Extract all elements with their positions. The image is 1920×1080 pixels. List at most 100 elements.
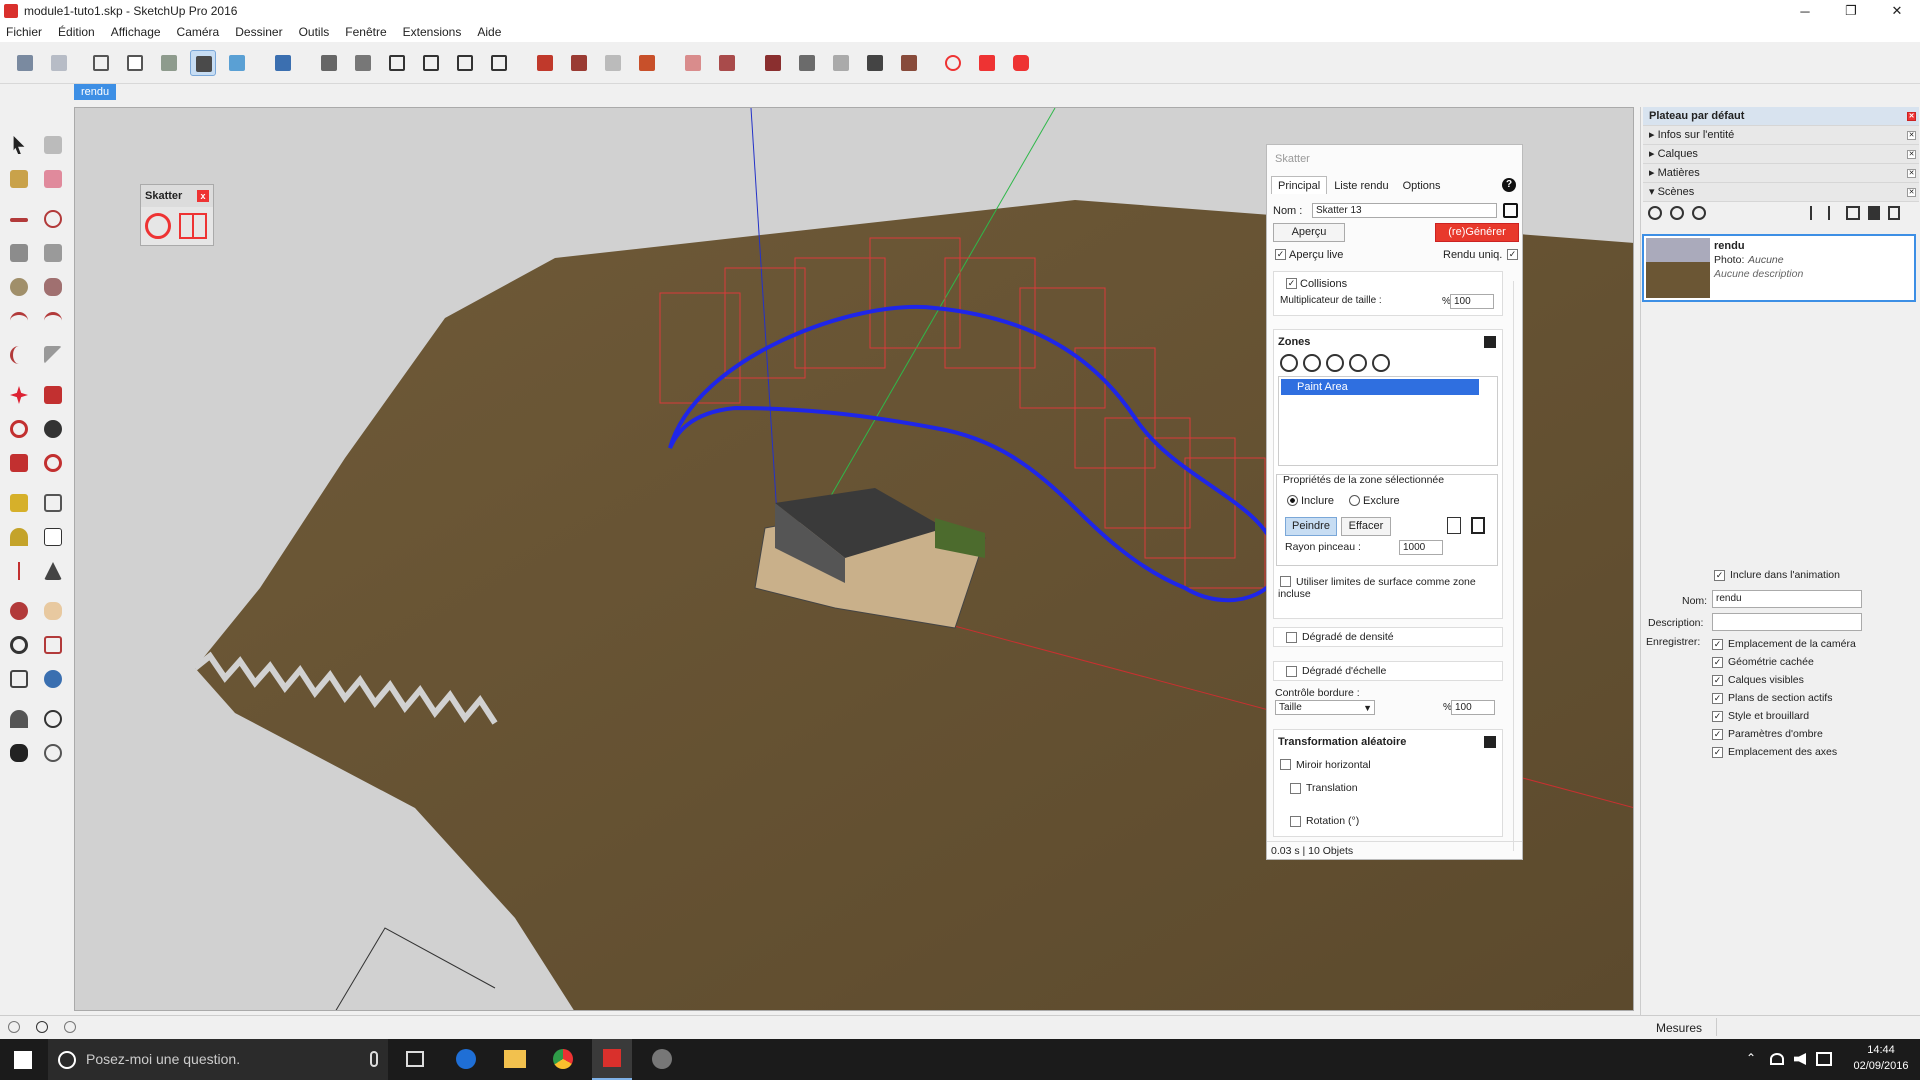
circle-icon[interactable]: [6, 274, 32, 300]
volume-icon[interactable]: [1794, 1053, 1806, 1065]
mult-field[interactable]: 100: [1450, 294, 1494, 309]
remove-zone-icon[interactable]: [1349, 354, 1367, 372]
skatter-settings-icon[interactable]: [145, 213, 171, 239]
shaded-textures-icon[interactable]: [190, 50, 216, 76]
maximize-button[interactable]: ❐: [1828, 0, 1874, 22]
scene-name-field[interactable]: rendu: [1712, 590, 1862, 608]
axes-icon[interactable]: [6, 558, 32, 584]
help-icon[interactable]: ?: [1502, 178, 1516, 192]
3d-warehouse-icon[interactable]: [532, 50, 558, 76]
include-anim-checkbox[interactable]: ✓: [1714, 570, 1725, 581]
layout-send-icon[interactable]: [634, 50, 660, 76]
position-camera-icon[interactable]: [6, 706, 32, 732]
panel-scrollbar[interactable]: [1513, 281, 1521, 851]
sandbox-grid-icon[interactable]: [714, 50, 740, 76]
save-shadow-checkbox[interactable]: ✓: [1712, 729, 1723, 740]
select-tool-icon[interactable]: [6, 132, 32, 158]
pan-icon[interactable]: [40, 598, 66, 624]
push-pull-icon[interactable]: [40, 382, 66, 408]
offset-icon[interactable]: [40, 450, 66, 476]
effacer-button[interactable]: Effacer: [1341, 517, 1391, 536]
sketchup-taskbar-button[interactable]: [592, 1039, 632, 1080]
tray-section-matieres[interactable]: ▸ Matières ✕: [1643, 164, 1919, 183]
collisions-checkbox[interactable]: ✓: [1286, 278, 1297, 289]
scale-icon[interactable]: [6, 450, 32, 476]
save-preset-icon[interactable]: [1503, 203, 1518, 218]
solid-trim-icon[interactable]: [828, 50, 854, 76]
bordure-select[interactable]: Taille ▼: [1275, 700, 1375, 715]
save-icon[interactable]: [270, 50, 296, 76]
expand-icon[interactable]: [1888, 206, 1900, 220]
app-taskbar-icon[interactable]: [652, 1049, 672, 1069]
windows-start-icon[interactable]: [14, 1051, 32, 1069]
save-section-planes-checkbox[interactable]: ✓: [1712, 693, 1723, 704]
file-explorer-icon[interactable]: [504, 1050, 526, 1068]
mesures-field[interactable]: [1716, 1018, 1916, 1036]
previous-view-icon[interactable]: [40, 666, 66, 692]
eraser-icon[interactable]: [40, 166, 66, 192]
refresh-zone-icon[interactable]: [1372, 354, 1390, 372]
dimension-icon[interactable]: [40, 490, 66, 516]
xray-style-icon[interactable]: [12, 50, 38, 76]
rayon-field[interactable]: 1000: [1399, 540, 1443, 555]
add-group-zone-icon[interactable]: [1303, 354, 1321, 372]
view-options-icon[interactable]: [1846, 206, 1860, 220]
minimize-button[interactable]: ─: [1782, 0, 1828, 22]
copy-zone-icon[interactable]: [1447, 517, 1461, 534]
move-scene-down-icon[interactable]: [1828, 206, 1838, 220]
hidden-line-icon[interactable]: [122, 50, 148, 76]
degrade-echelle-checkbox[interactable]: [1286, 666, 1297, 677]
notifications-icon[interactable]: [1816, 1052, 1832, 1066]
skatter-icon[interactable]: [940, 50, 966, 76]
tray-section-calques[interactable]: ▸ Calques ✕: [1643, 145, 1919, 164]
tray-section-entity-info[interactable]: ▸ Infos sur l'entité ✕: [1643, 126, 1919, 145]
miroir-checkbox[interactable]: [1280, 759, 1291, 770]
solid-split-icon[interactable]: [862, 50, 888, 76]
credits-icon[interactable]: [36, 1021, 48, 1033]
update-scene-icon[interactable]: [1648, 206, 1662, 220]
shaded-icon[interactable]: [156, 50, 182, 76]
generate-button[interactable]: (re)Générer: [1435, 223, 1519, 242]
polygon-icon[interactable]: [40, 274, 66, 300]
menu-edition[interactable]: Édition: [58, 25, 95, 39]
apercu-button[interactable]: Aperçu: [1273, 223, 1345, 242]
menu-extensions[interactable]: Extensions: [403, 25, 462, 39]
name-field[interactable]: Skatter 13: [1312, 203, 1497, 218]
top-view-icon[interactable]: [350, 50, 376, 76]
tab-options[interactable]: Options: [1396, 176, 1448, 194]
tape-measure-icon[interactable]: [6, 490, 32, 516]
freehand-icon[interactable]: [40, 206, 66, 232]
paste-zone-icon[interactable]: [1471, 517, 1485, 534]
zoom-icon[interactable]: [6, 632, 32, 658]
back-edges-icon[interactable]: [46, 50, 72, 76]
remove-scene-icon[interactable]: [1692, 206, 1706, 220]
two-point-arc-icon[interactable]: [40, 308, 66, 334]
3d-text-icon[interactable]: [40, 558, 66, 584]
tray-close-button[interactable]: ✕: [1907, 112, 1916, 121]
follow-me-icon[interactable]: [40, 416, 66, 442]
task-view-icon[interactable]: [406, 1051, 424, 1067]
text-tool-icon[interactable]: [40, 524, 66, 550]
zoom-window-icon[interactable]: [40, 632, 66, 658]
zones-collapse-icon[interactable]: [1484, 336, 1496, 348]
zone-item-paint-area[interactable]: Paint Area: [1281, 379, 1479, 395]
degrade-densite-checkbox[interactable]: [1286, 632, 1297, 643]
monochrome-icon[interactable]: [224, 50, 250, 76]
move-scene-up-icon[interactable]: [1810, 206, 1820, 220]
protractor-icon[interactable]: [6, 524, 32, 550]
rectangle-icon[interactable]: [6, 240, 32, 266]
menu-camera[interactable]: Caméra: [177, 25, 220, 39]
look-around-icon[interactable]: [40, 706, 66, 732]
hide-details-icon[interactable]: [1868, 206, 1880, 220]
scene-description-field[interactable]: [1712, 613, 1862, 631]
render-folder-icon[interactable]: [974, 50, 1000, 76]
show-hidden-icons[interactable]: ⌃: [1746, 1051, 1756, 1065]
save-style-fog-checkbox[interactable]: ✓: [1712, 711, 1723, 722]
solid-outer-shell-icon[interactable]: [896, 50, 922, 76]
rendu-uniq-checkbox[interactable]: ✓: [1507, 249, 1518, 260]
entity-info-close-icon[interactable]: ✕: [1907, 131, 1916, 140]
menu-fenetre[interactable]: Fenêtre: [345, 25, 386, 39]
paint-bucket-icon[interactable]: [6, 166, 32, 192]
chrome-icon[interactable]: [553, 1049, 573, 1069]
menu-fichier[interactable]: Fichier: [6, 25, 42, 39]
